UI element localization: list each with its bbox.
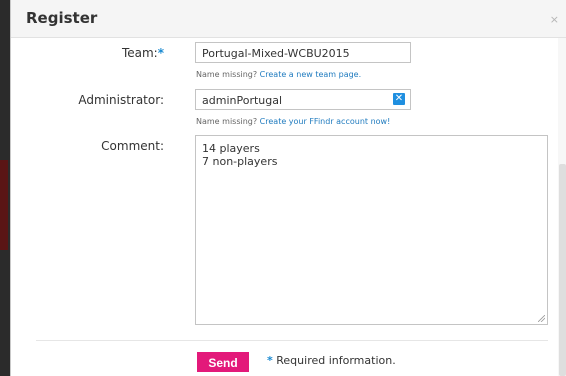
create-account-link[interactable]: Create your FFindr account now! (260, 117, 391, 126)
team-label-text: Team: (121, 46, 158, 60)
required-info-note: * Required information. (267, 354, 396, 367)
administrator-label: Administrator: (11, 93, 164, 107)
dialog-title-bar: Register × (11, 0, 566, 38)
footer-divider (36, 340, 548, 341)
administrator-input-value: adminPortugal (202, 94, 283, 107)
comment-line: 14 players (202, 142, 260, 155)
required-marker: * (157, 46, 164, 60)
required-info-text: Required information. (276, 354, 396, 367)
page: Register × Team:* Portugal-Mixed-WCBU201… (0, 0, 566, 376)
administrator-label-text: Administrator: (78, 93, 164, 107)
backdrop-accent (0, 160, 8, 250)
comment-textarea[interactable]: 14 players 7 non-players (195, 135, 548, 325)
comment-label-text: Comment: (101, 139, 164, 153)
team-hint-text: Name missing? (196, 70, 258, 79)
administrator-hint: Name missing? Create your FFindr account… (196, 117, 390, 126)
close-icon[interactable]: × (550, 13, 559, 26)
comment-line: 7 non-players (202, 155, 278, 168)
team-hint: Name missing? Create a new team page. (196, 70, 361, 79)
scrollbar-thumb[interactable] (559, 164, 566, 376)
required-marker: * (267, 354, 273, 367)
team-input-value: Portugal-Mixed-WCBU2015 (202, 47, 350, 60)
resize-grip-icon[interactable] (538, 315, 545, 322)
team-input[interactable]: Portugal-Mixed-WCBU2015 (195, 42, 411, 63)
clear-icon[interactable]: ✕ (393, 93, 405, 105)
dialog-title: Register (26, 9, 98, 27)
send-button[interactable]: Send (197, 352, 249, 372)
team-label: Team:* (11, 46, 164, 60)
administrator-hint-text: Name missing? (196, 117, 258, 126)
page-backdrop (0, 0, 10, 376)
create-team-page-link[interactable]: Create a new team page. (260, 70, 361, 79)
administrator-input[interactable]: adminPortugal ✕ (195, 89, 411, 110)
register-dialog: Register × Team:* Portugal-Mixed-WCBU201… (10, 0, 566, 376)
comment-label: Comment: (11, 139, 164, 153)
